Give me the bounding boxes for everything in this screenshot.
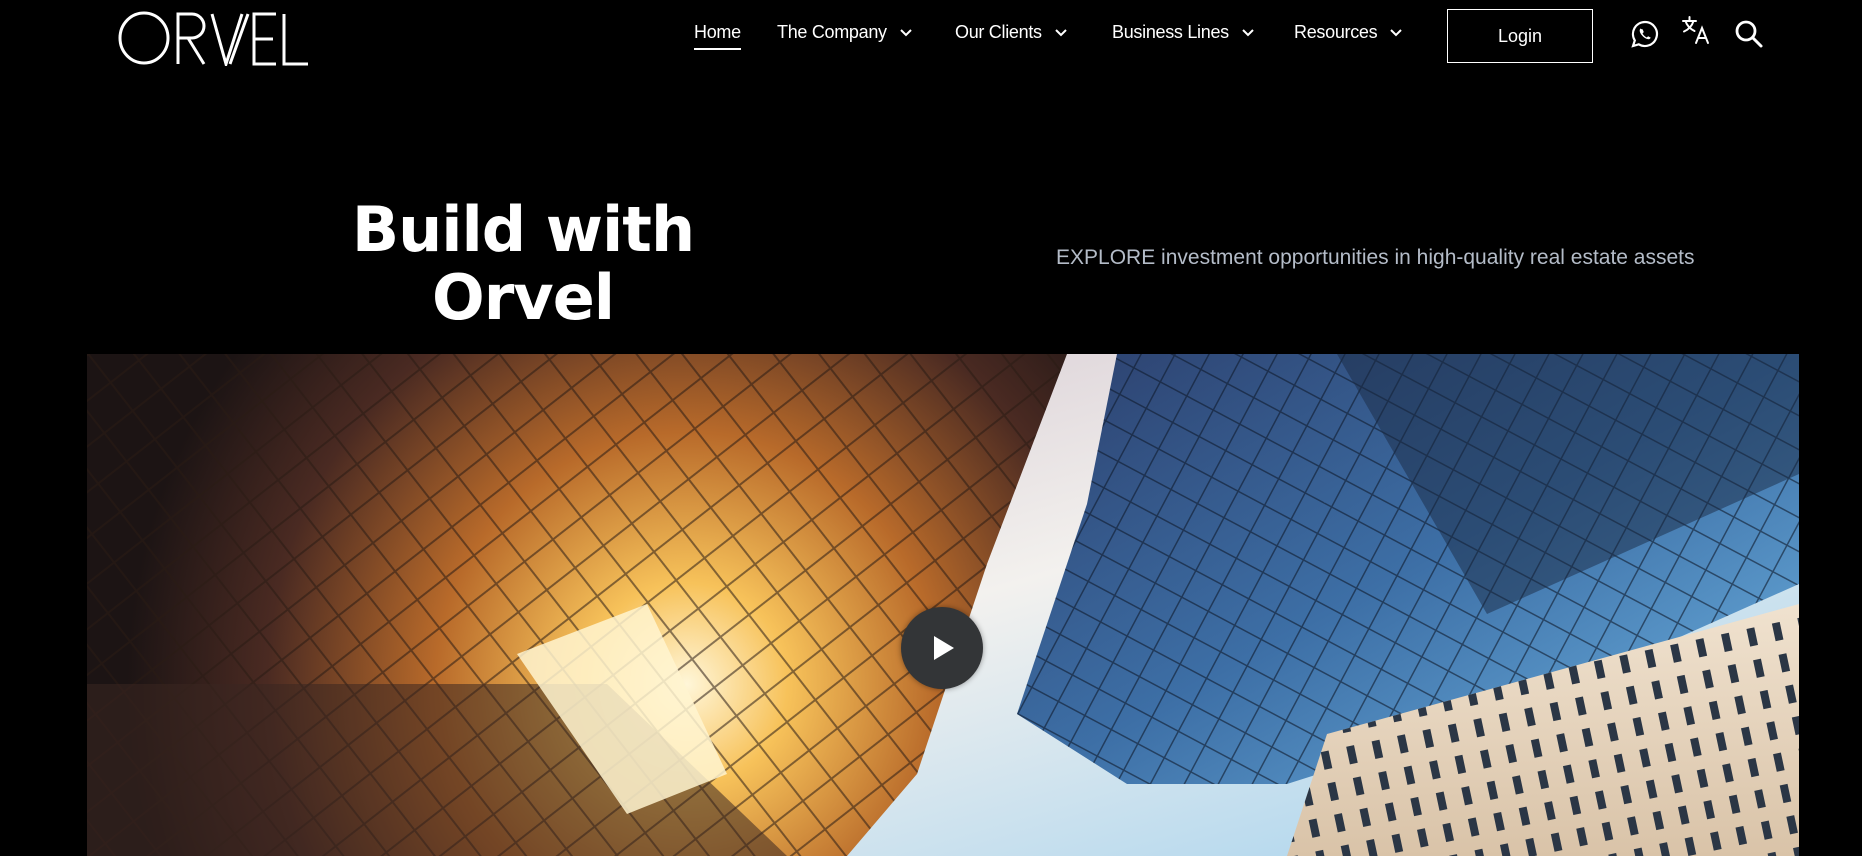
chevron-down-icon bbox=[1242, 28, 1254, 36]
login-button-label: Login bbox=[1497, 25, 1543, 46]
nav-home[interactable]: Home bbox=[694, 22, 741, 50]
nav-our-clients[interactable]: Our Clients bbox=[955, 22, 1068, 43]
nav-business-lines-label: Business Lines bbox=[1112, 22, 1229, 42]
nav-the-company-label: The Company bbox=[777, 22, 887, 42]
hero-title-line1: Build with bbox=[351, 193, 695, 266]
play-button[interactable] bbox=[901, 607, 983, 689]
search-icon[interactable] bbox=[1733, 18, 1765, 50]
nav-home-label: Home bbox=[694, 22, 741, 42]
nav-resources[interactable]: Resources bbox=[1294, 22, 1403, 43]
chevron-down-icon bbox=[1390, 28, 1403, 36]
translate-icon[interactable] bbox=[1680, 14, 1712, 46]
skyscrapers-image bbox=[87, 354, 1799, 856]
nav-the-company[interactable]: The Company bbox=[777, 22, 913, 43]
nav-business-lines[interactable]: Business Lines bbox=[1112, 22, 1255, 43]
nav-resources-label: Resources bbox=[1294, 22, 1378, 42]
nav-our-clients-label: Our Clients bbox=[955, 22, 1042, 42]
play-icon bbox=[934, 636, 954, 660]
site-header: Home The Company Our Clients Business Li… bbox=[0, 0, 1862, 80]
login-button[interactable]: Login bbox=[1447, 9, 1593, 63]
orvel-logo[interactable] bbox=[118, 10, 320, 66]
hero-title: Build with Orvel bbox=[300, 196, 746, 332]
chevron-down-icon bbox=[900, 28, 912, 36]
chevron-down-icon bbox=[1055, 28, 1067, 36]
hero-title-line2: Orvel bbox=[432, 261, 615, 334]
whatsapp-icon[interactable] bbox=[1629, 18, 1661, 50]
hero-video[interactable] bbox=[87, 354, 1799, 856]
main-nav: Home The Company Our Clients Business Li… bbox=[694, 0, 1414, 72]
hero-subtitle: EXPLORE investment opportunities in high… bbox=[1056, 246, 1695, 269]
